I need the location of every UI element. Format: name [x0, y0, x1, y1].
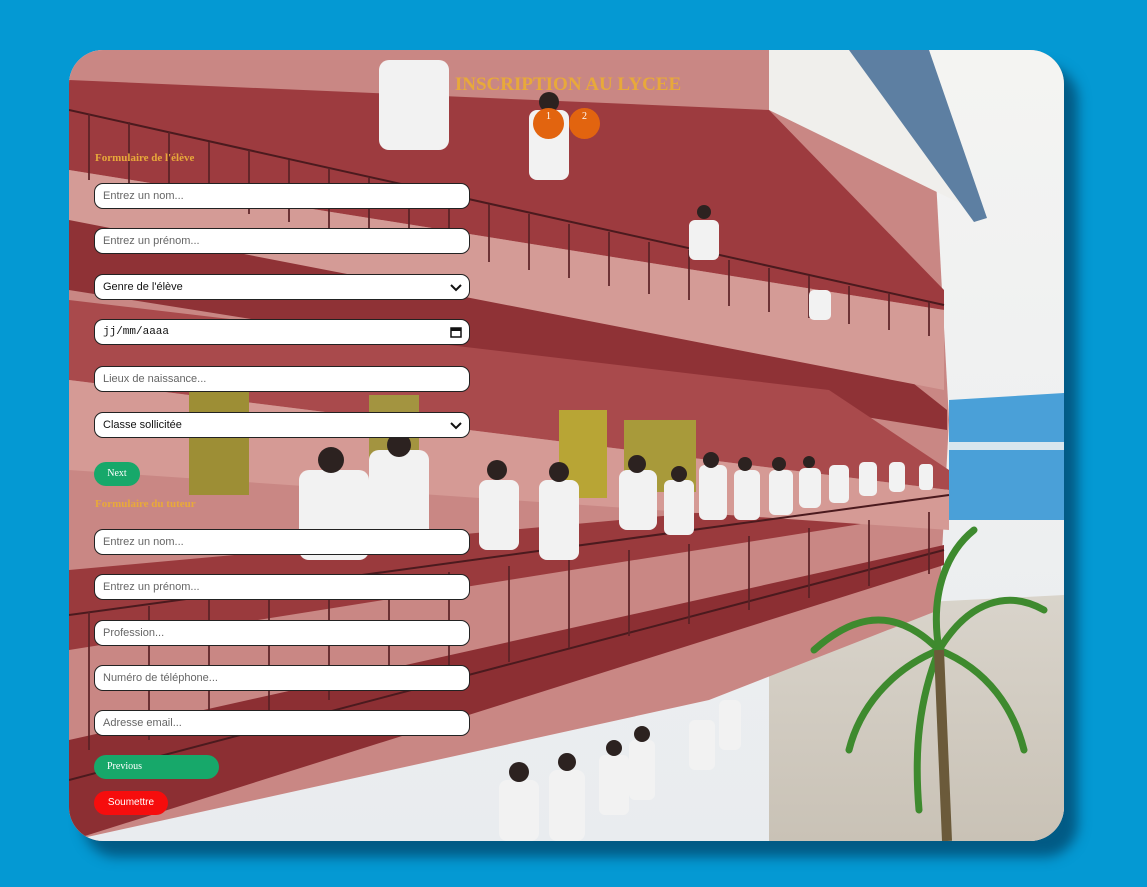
- step-1-indicator[interactable]: 1: [533, 108, 564, 139]
- tutor-profession-input[interactable]: Profession...: [94, 620, 470, 646]
- birthdate-placeholder: jj/mm/aaaa: [103, 326, 170, 338]
- next-button[interactable]: Next: [94, 462, 140, 486]
- student-name-input[interactable]: Entrez un nom...: [94, 183, 470, 209]
- submit-button[interactable]: Soumettre: [94, 791, 168, 815]
- step-2-indicator[interactable]: 2: [569, 108, 600, 139]
- student-birthplace-input[interactable]: Lieux de naissance...: [94, 366, 470, 392]
- tutor-email-input[interactable]: Adresse email...: [94, 710, 470, 736]
- chevron-down-icon: [450, 422, 462, 430]
- tutor-name-input[interactable]: Entrez un nom...: [94, 529, 470, 555]
- previous-button[interactable]: Previous: [94, 755, 219, 779]
- registration-card: INSCRIPTION AU LYCEE 1 2 Formulaire de l…: [69, 50, 1064, 841]
- chevron-down-icon: [450, 284, 462, 292]
- tutor-phone-input[interactable]: Numéro de téléphone...: [94, 665, 470, 691]
- calendar-icon: [450, 327, 462, 338]
- tutor-form-heading: Formulaire du tuteur: [95, 498, 196, 510]
- student-birthdate-input[interactable]: jj/mm/aaaa: [94, 319, 470, 345]
- student-firstname-input[interactable]: Entrez un prénom...: [94, 228, 470, 254]
- student-gender-select[interactable]: Genre de l'élève: [94, 274, 470, 300]
- page-title: INSCRIPTION AU LYCEE: [454, 74, 682, 95]
- tutor-firstname-input[interactable]: Entrez un prénom...: [94, 574, 470, 600]
- gender-select-value: Genre de l'élève: [103, 281, 183, 293]
- student-class-select[interactable]: Classe sollicitée: [94, 412, 470, 438]
- class-select-value: Classe sollicitée: [103, 419, 182, 431]
- student-form-heading: Formulaire de l'élève: [95, 152, 195, 164]
